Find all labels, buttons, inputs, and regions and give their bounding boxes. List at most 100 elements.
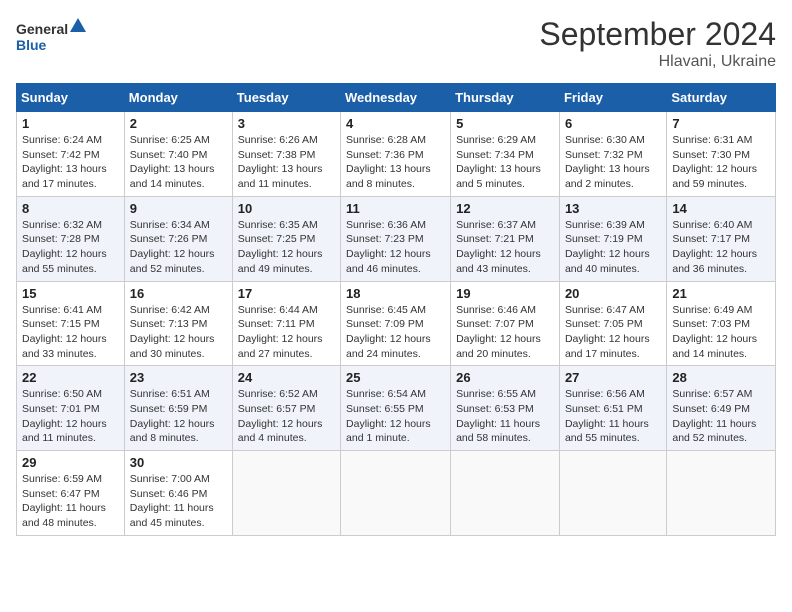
- day-number: 15: [22, 286, 119, 301]
- calendar-cell: 1Sunrise: 6:24 AMSunset: 7:42 PMDaylight…: [17, 112, 125, 197]
- calendar-cell: 29 Sunrise: 6:59 AMSunset: 6:47 PMDayligh…: [17, 451, 125, 536]
- header-friday: Friday: [559, 84, 666, 112]
- day-info: Sunrise: 6:35 AMSunset: 7:25 PMDaylight:…: [238, 218, 335, 277]
- svg-text:Blue: Blue: [16, 37, 47, 53]
- calendar-cell: 19 Sunrise: 6:46 AMSunset: 7:07 PMDayligh…: [451, 281, 560, 366]
- calendar-cell: 15 Sunrise: 6:41 AMSunset: 7:15 PMDayligh…: [17, 281, 125, 366]
- day-number: 25: [346, 370, 445, 385]
- header-tuesday: Tuesday: [232, 84, 340, 112]
- day-info: Sunrise: 6:59 AMSunset: 6:47 PMDaylight:…: [22, 472, 119, 531]
- calendar-cell: 21 Sunrise: 6:49 AMSunset: 7:03 PMDayligh…: [667, 281, 776, 366]
- day-number: 21: [672, 286, 770, 301]
- header-monday: Monday: [124, 84, 232, 112]
- day-info: Sunrise: 6:29 AMSunset: 7:34 PMDaylight:…: [456, 133, 554, 192]
- day-info: Sunrise: 6:32 AMSunset: 7:28 PMDaylight:…: [22, 218, 119, 277]
- day-number: 4: [346, 116, 445, 131]
- day-info: Sunrise: 6:39 AMSunset: 7:19 PMDaylight:…: [565, 218, 661, 277]
- calendar-cell: 14 Sunrise: 6:40 AMSunset: 7:17 PMDayligh…: [667, 196, 776, 281]
- calendar-cell: 20 Sunrise: 6:47 AMSunset: 7:05 PMDayligh…: [559, 281, 666, 366]
- day-info: Sunrise: 6:46 AMSunset: 7:07 PMDaylight:…: [456, 303, 554, 362]
- calendar-cell: [667, 451, 776, 536]
- calendar-cell: 12 Sunrise: 6:37 AMSunset: 7:21 PMDayligh…: [451, 196, 560, 281]
- calendar-cell: [451, 451, 560, 536]
- week-row-3: 15 Sunrise: 6:41 AMSunset: 7:15 PMDayligh…: [17, 281, 776, 366]
- month-title: September 2024: [539, 16, 776, 53]
- calendar-cell: [232, 451, 340, 536]
- location-subtitle: Hlavani, Ukraine: [539, 53, 776, 71]
- day-number: 9: [130, 201, 227, 216]
- calendar-cell: 3Sunrise: 6:26 AMSunset: 7:38 PMDaylight…: [232, 112, 340, 197]
- day-info: Sunrise: 6:40 AMSunset: 7:17 PMDaylight:…: [672, 218, 770, 277]
- calendar-table: SundayMondayTuesdayWednesdayThursdayFrid…: [16, 83, 776, 536]
- calendar-cell: 4 Sunrise: 6:28 AMSunset: 7:36 PMDaylight…: [341, 112, 451, 197]
- calendar-cell: 10 Sunrise: 6:35 AMSunset: 7:25 PMDayligh…: [232, 196, 340, 281]
- day-number: 27: [565, 370, 661, 385]
- day-number: 11: [346, 201, 445, 216]
- week-row-4: 22Sunrise: 6:50 AMSunset: 7:01 PMDayligh…: [17, 366, 776, 451]
- week-row-5: 29 Sunrise: 6:59 AMSunset: 6:47 PMDayligh…: [17, 451, 776, 536]
- day-number: 3: [238, 116, 335, 131]
- page-header: General Blue September 2024 Hlavani, Ukr…: [16, 16, 776, 71]
- calendar-cell: [559, 451, 666, 536]
- day-info: Sunrise: 6:30 AMSunset: 7:32 PMDaylight:…: [565, 133, 661, 192]
- day-info: Sunrise: 6:45 AMSunset: 7:09 PMDaylight:…: [346, 303, 445, 362]
- header-wednesday: Wednesday: [341, 84, 451, 112]
- day-info: Sunrise: 6:50 AMSunset: 7:01 PMDaylight:…: [22, 387, 119, 446]
- day-info: Sunrise: 7:00 AMSunset: 6:46 PMDaylight:…: [130, 472, 227, 531]
- day-info: Sunrise: 6:47 AMSunset: 7:05 PMDaylight:…: [565, 303, 661, 362]
- day-number: 7: [672, 116, 770, 131]
- logo: General Blue: [16, 16, 86, 60]
- day-number: 14: [672, 201, 770, 216]
- day-info: Sunrise: 6:55 AMSunset: 6:53 PMDaylight:…: [456, 387, 554, 446]
- day-number: 24: [238, 370, 335, 385]
- day-number: 16: [130, 286, 227, 301]
- day-info: Sunrise: 6:49 AMSunset: 7:03 PMDaylight:…: [672, 303, 770, 362]
- day-info: Sunrise: 6:24 AMSunset: 7:42 PMDaylight:…: [22, 133, 119, 192]
- calendar-cell: 8 Sunrise: 6:32 AMSunset: 7:28 PMDaylight…: [17, 196, 125, 281]
- day-info: Sunrise: 6:44 AMSunset: 7:11 PMDaylight:…: [238, 303, 335, 362]
- day-number: 10: [238, 201, 335, 216]
- day-info: Sunrise: 6:31 AMSunset: 7:30 PMDaylight:…: [672, 133, 770, 192]
- calendar-cell: 26 Sunrise: 6:55 AMSunset: 6:53 PMDayligh…: [451, 366, 560, 451]
- calendar-cell: 9 Sunrise: 6:34 AMSunset: 7:26 PMDaylight…: [124, 196, 232, 281]
- day-info: Sunrise: 6:37 AMSunset: 7:21 PMDaylight:…: [456, 218, 554, 277]
- calendar-cell: 17Sunrise: 6:44 AMSunset: 7:11 PMDayligh…: [232, 281, 340, 366]
- day-number: 30: [130, 455, 227, 470]
- calendar-cell: 5Sunrise: 6:29 AMSunset: 7:34 PMDaylight…: [451, 112, 560, 197]
- calendar-cell: 16Sunrise: 6:42 AMSunset: 7:13 PMDayligh…: [124, 281, 232, 366]
- day-number: 18: [346, 286, 445, 301]
- day-number: 29: [22, 455, 119, 470]
- calendar-cell: 22Sunrise: 6:50 AMSunset: 7:01 PMDayligh…: [17, 366, 125, 451]
- day-number: 2: [130, 116, 227, 131]
- calendar-cell: 23Sunrise: 6:51 AMSunset: 6:59 PMDayligh…: [124, 366, 232, 451]
- svg-text:General: General: [16, 21, 68, 37]
- day-info: Sunrise: 6:41 AMSunset: 7:15 PMDaylight:…: [22, 303, 119, 362]
- logo-svg: General Blue: [16, 16, 86, 60]
- day-info: Sunrise: 6:56 AMSunset: 6:51 PMDaylight:…: [565, 387, 661, 446]
- calendar-cell: 25 Sunrise: 6:54 AMSunset: 6:55 PMDayligh…: [341, 366, 451, 451]
- calendar-cell: 27 Sunrise: 6:56 AMSunset: 6:51 PMDayligh…: [559, 366, 666, 451]
- calendar-cell: [341, 451, 451, 536]
- day-info: Sunrise: 6:36 AMSunset: 7:23 PMDaylight:…: [346, 218, 445, 277]
- day-info: Sunrise: 6:54 AMSunset: 6:55 PMDaylight:…: [346, 387, 445, 446]
- calendar-cell: 24 Sunrise: 6:52 AMSunset: 6:57 PMDayligh…: [232, 366, 340, 451]
- header-saturday: Saturday: [667, 84, 776, 112]
- day-number: 8: [22, 201, 119, 216]
- header-sunday: Sunday: [17, 84, 125, 112]
- day-number: 13: [565, 201, 661, 216]
- day-number: 26: [456, 370, 554, 385]
- day-number: 12: [456, 201, 554, 216]
- day-number: 20: [565, 286, 661, 301]
- day-number: 19: [456, 286, 554, 301]
- calendar-cell: 2Sunrise: 6:25 AMSunset: 7:40 PMDaylight…: [124, 112, 232, 197]
- calendar-cell: 13 Sunrise: 6:39 AMSunset: 7:19 PMDayligh…: [559, 196, 666, 281]
- calendar-cell: 28Sunrise: 6:57 AMSunset: 6:49 PMDayligh…: [667, 366, 776, 451]
- calendar-cell: 6 Sunrise: 6:30 AMSunset: 7:32 PMDaylight…: [559, 112, 666, 197]
- header-thursday: Thursday: [451, 84, 560, 112]
- day-info: Sunrise: 6:52 AMSunset: 6:57 PMDaylight:…: [238, 387, 335, 446]
- day-number: 6: [565, 116, 661, 131]
- day-info: Sunrise: 6:28 AMSunset: 7:36 PMDaylight:…: [346, 133, 445, 192]
- day-info: Sunrise: 6:34 AMSunset: 7:26 PMDaylight:…: [130, 218, 227, 277]
- title-block: September 2024 Hlavani, Ukraine: [539, 16, 776, 71]
- day-number: 28: [672, 370, 770, 385]
